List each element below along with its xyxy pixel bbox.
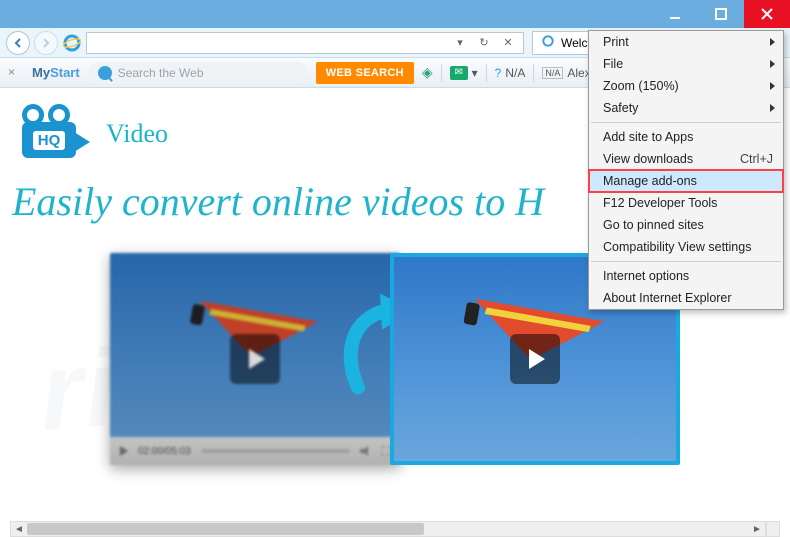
toolbar-close-icon[interactable]: × [8,65,24,81]
menu-separator [591,122,781,123]
menu-add-site[interactable]: Add site to Apps [589,126,783,148]
stop-icon[interactable]: ✕ [499,34,517,52]
mystart-logo[interactable]: MyStart [32,65,80,80]
scroll-corner [766,521,780,537]
ie-page-icon [541,34,555,51]
video-time: 02:00/05:03 [138,446,191,457]
minimize-button[interactable] [652,0,698,28]
menu-separator [591,261,781,262]
menu-print[interactable]: Print [589,31,783,53]
toolbar-separator [533,64,534,82]
menu-compat-view[interactable]: Compatibility View settings [589,236,783,258]
scroll-right-icon[interactable]: ► [749,522,765,536]
hq-camera-icon: HQ [16,104,94,164]
scroll-thumb[interactable] [27,523,424,535]
menu-about-ie[interactable]: About Internet Explorer [589,287,783,309]
volume-icon[interactable] [360,446,372,456]
toolbar-rank-1[interactable]: ?N/A [495,66,526,80]
scroll-track[interactable] [27,522,749,536]
toolbar-separator [486,64,487,82]
ie-logo-icon [62,33,82,53]
close-button[interactable] [744,0,790,28]
menu-f12[interactable]: F12 Developer Tools [589,192,783,214]
search-placeholder: Search the Web [118,66,204,80]
address-bar[interactable]: ▾ ↻ ✕ [86,32,524,54]
search-icon [98,66,112,80]
toolbar-separator [441,64,442,82]
tools-menu: Print File Zoom (150%) Safety Add site t… [588,30,784,310]
dropdown-icon[interactable]: ▾ [451,34,469,52]
maximize-button[interactable] [698,0,744,28]
toolbar-diamond-icon[interactable]: ◈ [422,64,433,81]
product-name: Video [106,119,168,149]
play-small-icon[interactable] [120,446,128,456]
toolbar-search-input[interactable]: Search the Web [88,62,308,84]
video-controls[interactable]: 02:00/05:03 ⛶ [110,437,400,465]
menu-zoom[interactable]: Zoom (150%) [589,75,783,97]
web-search-button[interactable]: WEB SEARCH [316,62,414,84]
menu-safety[interactable]: Safety [589,97,783,119]
seek-bar[interactable] [201,449,350,453]
play-icon[interactable] [510,334,560,384]
menu-manage-addons[interactable]: Manage add-ons [589,170,783,192]
window-titlebar [0,0,790,28]
scroll-left-icon[interactable]: ◄ [11,522,27,536]
menu-file[interactable]: File [589,53,783,75]
back-button[interactable] [6,31,30,55]
menu-internet-options[interactable]: Internet options [589,265,783,287]
menu-view-downloads[interactable]: View downloadsCtrl+J [589,148,783,170]
forward-button[interactable] [34,31,58,55]
play-icon[interactable] [230,334,280,384]
horizontal-scrollbar[interactable]: ◄ ► [10,521,766,537]
toolbar-mail[interactable]: ✉▾ [450,66,478,80]
refresh-icon[interactable]: ↻ [475,34,493,52]
menu-pinned-sites[interactable]: Go to pinned sites [589,214,783,236]
fullscreen-icon[interactable]: ⛶ [382,444,390,459]
